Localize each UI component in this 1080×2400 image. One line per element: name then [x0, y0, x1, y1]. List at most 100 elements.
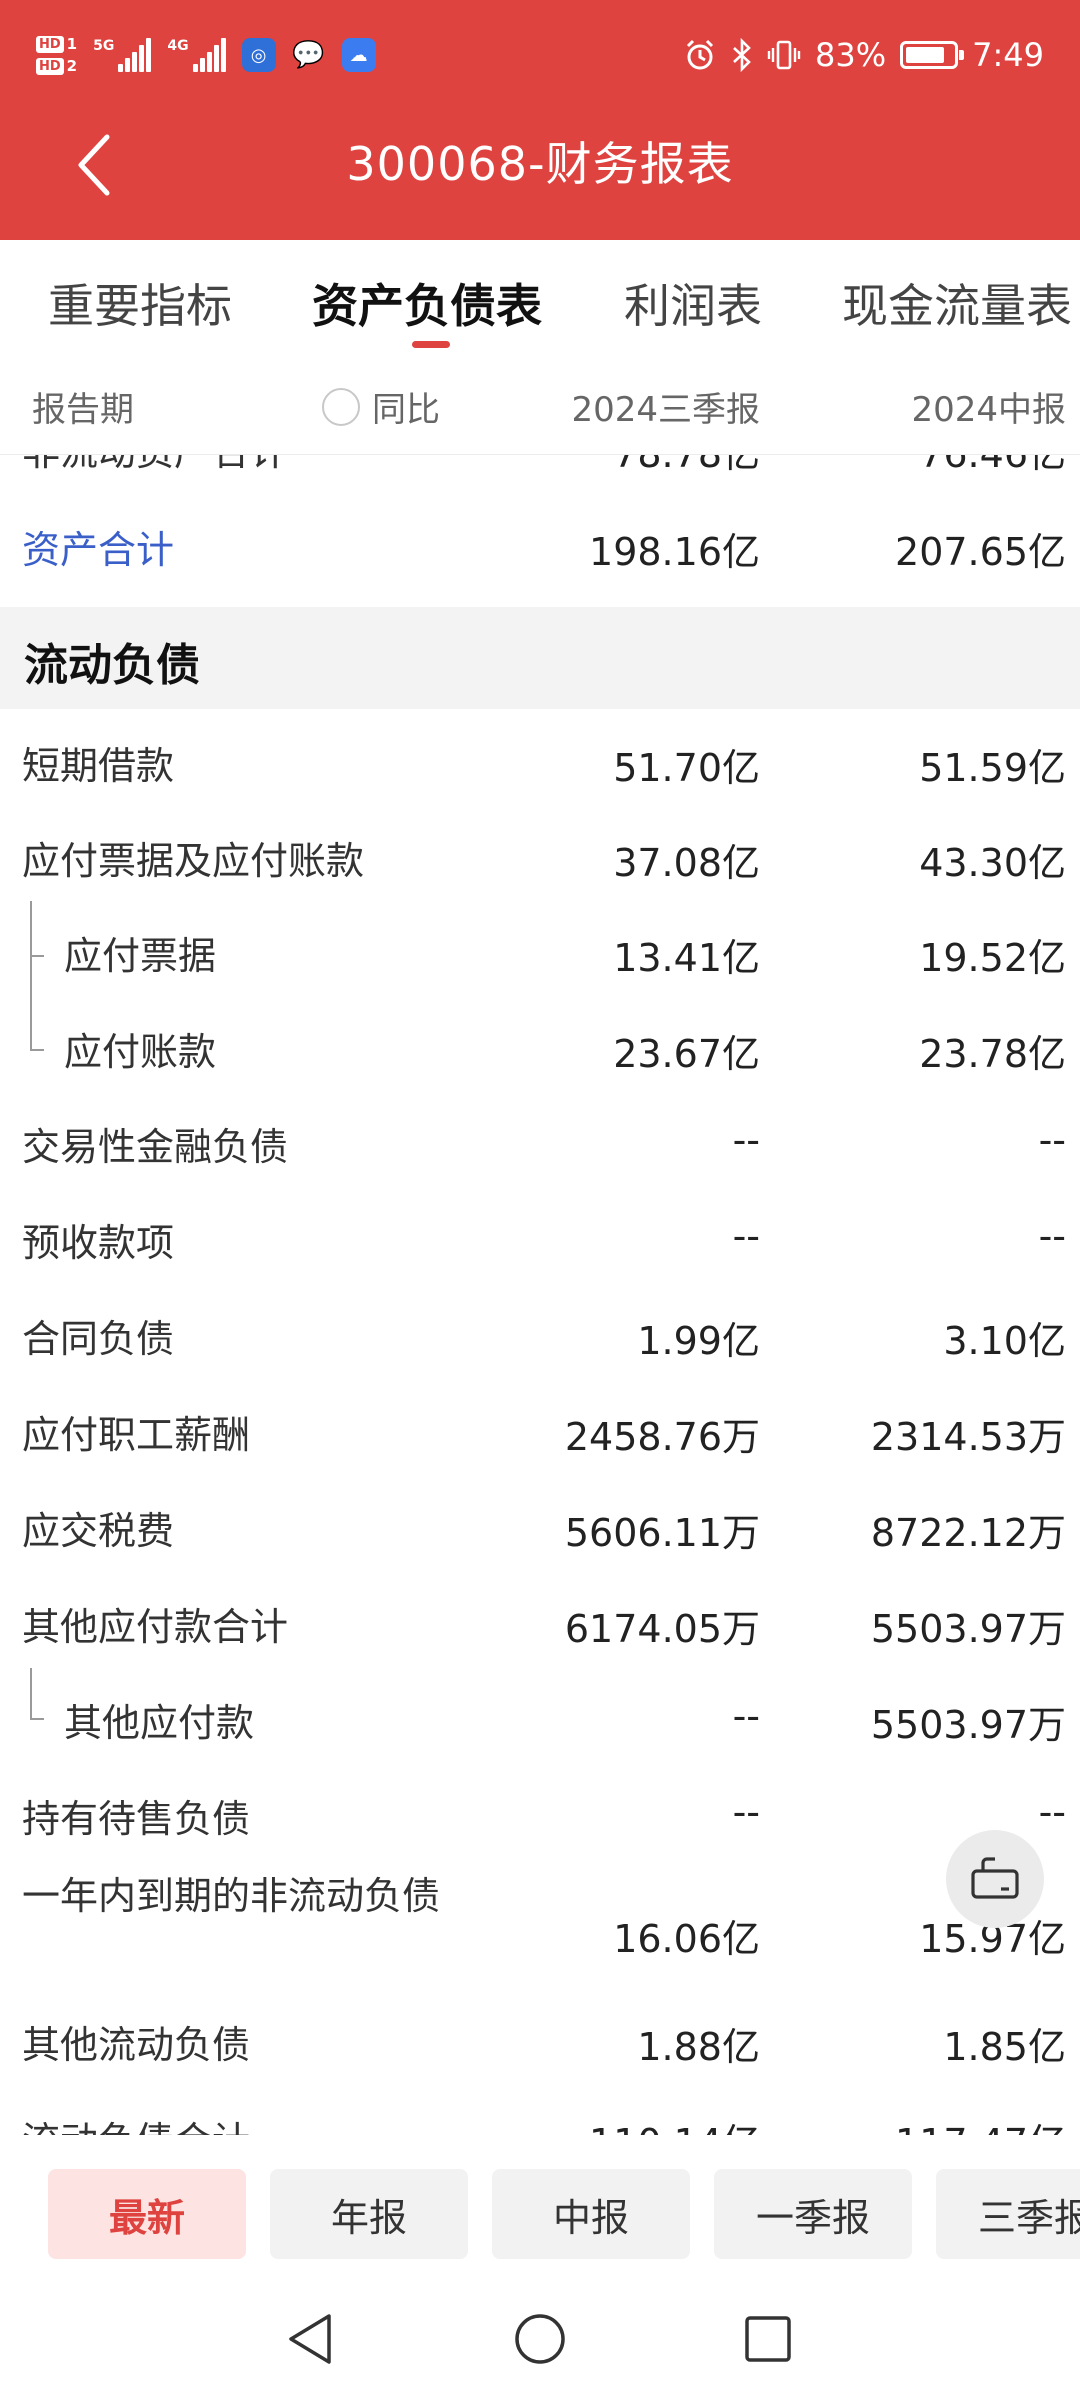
clock: 7:49: [972, 36, 1044, 74]
row-label: 应付票据及应付账款: [22, 839, 365, 883]
row-label: 一年内到期的非流动负债: [22, 1874, 441, 1918]
table-row[interactable]: 一年内到期的非流动负债 16.06亿 15.97亿: [0, 1860, 1080, 1990]
row-value-h1: 1.85亿: [943, 2025, 1066, 2069]
nav-home-button[interactable]: [505, 2304, 575, 2374]
row-value-h1: --: [1038, 1118, 1066, 1162]
table-row[interactable]: 应交税费 5606.11万 8722.12万: [0, 1476, 1080, 1572]
table-row[interactable]: 合同负债 1.99亿 3.10亿: [0, 1284, 1080, 1380]
column-header: 报告期 同比 2024三季报 2024中报: [0, 350, 1080, 455]
battery-fill: [906, 47, 945, 63]
section-title: 流动负债: [24, 640, 200, 691]
row-value-h1: 2314.53万: [870, 1415, 1066, 1459]
table-row[interactable]: 预收款项 -- --: [0, 1188, 1080, 1284]
table-row[interactable]: 短期借款 51.70亿 51.59亿: [0, 711, 1080, 807]
sim-indicators: HD 1 HD 2: [36, 35, 77, 75]
status-bar-left: HD 1 HD 2 5G 4G ◎ 💬 ☁: [36, 26, 376, 84]
table-row[interactable]: 持有待售负债 -- --: [0, 1764, 1080, 1860]
sim2-number: 2: [66, 57, 78, 75]
filter-interim[interactable]: 中报: [492, 2169, 690, 2259]
table-row[interactable]: 非流动资产合计 78.78亿 76.46亿: [0, 455, 1080, 493]
table-row[interactable]: 其他流动负债 1.88亿 1.85亿: [0, 1990, 1080, 2086]
row-value-h1: --: [1038, 1214, 1066, 1258]
row-value-q3: 37.08亿: [613, 841, 760, 885]
signal-4g-icon: 4G: [167, 38, 226, 72]
row-value-q3: 16.06亿: [613, 1917, 760, 1961]
row-label: 交易性金融负债: [22, 1125, 289, 1169]
page-title: 300068-财务报表: [346, 137, 734, 191]
row-value-h1: 5503.97万: [870, 1607, 1066, 1651]
browser-notification-icon: ◎: [241, 38, 276, 72]
row-value-q3: --: [732, 1118, 760, 1162]
row-value-h1: 23.78亿: [919, 1032, 1066, 1076]
status-bar-right: 83% 7:49: [683, 26, 1044, 84]
yoy-radio-icon[interactable]: [322, 387, 360, 426]
filter-q1[interactable]: 一季报: [714, 2169, 912, 2259]
column-2024-q3: 2024三季报: [571, 390, 760, 430]
tab-balance-sheet[interactable]: 资产负债表: [312, 270, 542, 336]
sim2-indicator: HD 2: [36, 57, 77, 75]
report-period-label: 报告期: [32, 390, 134, 430]
section-header-current-liabilities: 流动负债: [0, 607, 1080, 709]
hd2-badge: HD: [36, 57, 64, 75]
row-label: 其他流动负债: [22, 2023, 251, 2067]
row-label: 应付账款: [64, 1030, 217, 1074]
table-row[interactable]: 交易性金融负债 -- --: [0, 1092, 1080, 1188]
hd1-badge: HD: [36, 35, 64, 53]
wechat-icon: 💬: [292, 40, 325, 70]
filter-latest[interactable]: 最新: [48, 2169, 246, 2259]
table-row[interactable]: 流动负债合计 110.14亿 117.47亿: [0, 2086, 1080, 2135]
table-row[interactable]: 应付职工薪酬 2458.76万 2314.53万: [0, 1380, 1080, 1476]
row-label: 预收款项: [22, 1221, 175, 1265]
yoy-toggle[interactable]: 同比: [322, 382, 440, 431]
signal-4g-label: 4G: [167, 38, 189, 54]
row-value-q3: --: [732, 1214, 760, 1258]
column-2024-h1: 2024中报: [911, 390, 1066, 430]
battery-percent: 83%: [815, 36, 887, 74]
rotate-screen-button[interactable]: [946, 1830, 1044, 1928]
table-row[interactable]: 其他应付款 -- 5503.97万: [0, 1668, 1080, 1764]
vibrate-icon: [767, 40, 801, 70]
nav-recents-button[interactable]: [733, 2304, 803, 2374]
nav-back-button[interactable]: [275, 2304, 345, 2374]
table-row[interactable]: 其他应付款合计 6174.05万 5503.97万: [0, 1572, 1080, 1668]
app-header: HD 1 HD 2 5G 4G ◎ 💬 ☁ 83% 7:49 300068-财务…: [0, 0, 1080, 240]
row-value-q3: --: [732, 1694, 760, 1738]
row-value-q3: 78.78亿: [613, 455, 760, 478]
table-row[interactable]: 应付票据及应付账款 37.08亿 43.30亿: [0, 806, 1080, 902]
tab-key-indicators[interactable]: 重要指标: [48, 270, 232, 336]
row-value-q3: 110.14亿: [589, 2112, 760, 2135]
row-label: 其他应付款: [64, 1701, 255, 1745]
row-value-q3: 23.67亿: [613, 1032, 760, 1076]
weather-app-icon: ☁: [341, 38, 376, 72]
row-value-q3: 13.41亿: [613, 936, 760, 980]
row-value-h1: 207.65亿: [895, 530, 1066, 574]
row-label[interactable]: 资产合计: [22, 519, 174, 574]
row-value-q3: 1.88亿: [637, 2025, 760, 2069]
filter-annual[interactable]: 年报: [270, 2169, 468, 2259]
system-nav-bar: [0, 2280, 1080, 2400]
row-label: 短期借款: [22, 744, 175, 788]
statement-tabs: 重要指标 资产负债表 利润表 现金流量表: [0, 240, 1080, 350]
balance-sheet-table: 非流动资产合计 78.78亿 76.46亿 资产合计 198.16亿 207.6…: [0, 455, 1080, 2135]
triangle-back-icon: [289, 2314, 331, 2364]
row-value-h1: 117.47亿: [895, 2112, 1066, 2135]
signal-5g-icon: 5G: [93, 38, 152, 72]
square-recents-icon: [745, 2316, 791, 2362]
tab-cash-flow[interactable]: 现金流量表: [842, 270, 1072, 336]
tab-income-statement[interactable]: 利润表: [624, 270, 762, 336]
table-row[interactable]: 应付账款 23.67亿 23.78亿: [0, 997, 1080, 1093]
yoy-label: 同比: [372, 390, 440, 430]
row-label: 持有待售负债: [22, 1797, 251, 1841]
row-label: 合同负债: [22, 1317, 175, 1361]
row-value-q3: 6174.05万: [564, 1607, 760, 1651]
row-value-q3: 1.99亿: [637, 1319, 760, 1363]
row-value-h1: 5503.97万: [870, 1703, 1066, 1747]
sim1-number: 1: [66, 35, 78, 53]
row-value-h1: --: [1038, 1790, 1066, 1834]
row-value-q3: 198.16亿: [589, 530, 760, 574]
table-row[interactable]: 应付票据 13.41亿 19.52亿: [0, 901, 1080, 997]
row-value-q3: --: [732, 1790, 760, 1834]
row-label: 其他应付款合计: [22, 1605, 289, 1649]
filter-q3[interactable]: 三季报: [936, 2169, 1080, 2259]
table-row-total-assets[interactable]: 资产合计 198.16亿 207.65亿: [0, 495, 1080, 591]
